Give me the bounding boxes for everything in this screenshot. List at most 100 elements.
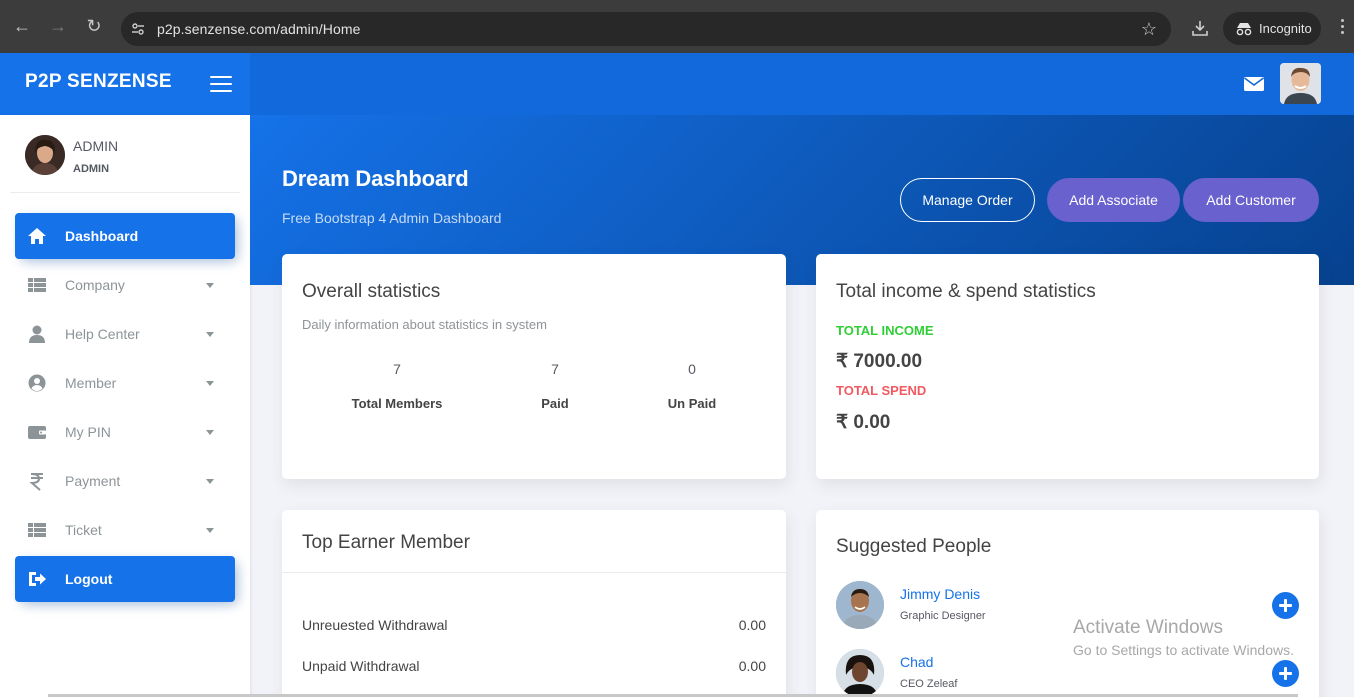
stat-label: Total Members bbox=[351, 396, 443, 411]
caret-down-icon bbox=[206, 430, 214, 435]
top-earner-card: Top Earner Member Unreuested Withdrawal … bbox=[282, 510, 786, 697]
divider bbox=[282, 572, 786, 573]
url-domain: p2p.senzense.com bbox=[157, 21, 277, 37]
list-item: Unreuested Withdrawal 0.00 bbox=[302, 617, 766, 633]
sidebar: ADMIN ADMIN Dashboard Company Help Cente… bbox=[0, 115, 250, 697]
sign-out-icon bbox=[29, 572, 46, 586]
sidebar-item-label: Company bbox=[65, 277, 125, 293]
top-navbar bbox=[250, 53, 1354, 115]
incognito-label: Incognito bbox=[1259, 21, 1312, 36]
user-name: ADMIN bbox=[73, 138, 119, 154]
back-icon[interactable]: ← bbox=[13, 17, 31, 35]
user-role: ADMIN bbox=[73, 163, 110, 175]
address-bar[interactable]: p2p.senzense.com/admin/Home ☆ bbox=[121, 12, 1171, 46]
bookmark-star-icon[interactable]: ☆ bbox=[1141, 19, 1157, 40]
card-title: Total income & spend statistics bbox=[836, 281, 1096, 302]
avatar bbox=[25, 135, 65, 175]
withdrawal-value: 0.00 bbox=[738, 658, 766, 674]
sidebar-item-my-pin[interactable]: My PIN bbox=[15, 409, 235, 455]
sidebar-item-label: Help Center bbox=[65, 326, 140, 342]
suggested-people-card: Suggested People Jimmy Denis Graphic Des… bbox=[816, 510, 1319, 697]
stat-label: Paid bbox=[541, 396, 569, 411]
manage-order-button[interactable]: Manage Order bbox=[900, 178, 1035, 222]
stat-paid: 7 Paid bbox=[475, 361, 635, 411]
person-name[interactable]: Jimmy Denis bbox=[900, 586, 980, 602]
sidebar-user[interactable]: ADMIN ADMIN bbox=[25, 135, 240, 193]
watermark-title: Activate Windows bbox=[1073, 617, 1223, 638]
add-person-button[interactable] bbox=[1272, 660, 1299, 687]
caret-down-icon bbox=[206, 283, 214, 288]
sidebar-item-payment[interactable]: Payment bbox=[15, 458, 235, 504]
total-spend-value: ₹ 0.00 bbox=[836, 412, 891, 433]
incognito-badge[interactable]: Incognito bbox=[1223, 12, 1321, 45]
stat-value: 7 bbox=[393, 361, 401, 377]
divider bbox=[10, 192, 240, 193]
envelope-icon[interactable] bbox=[1244, 77, 1264, 91]
avatar bbox=[836, 581, 884, 629]
hamburger-menu-icon[interactable] bbox=[210, 76, 232, 94]
sidebar-item-ticket[interactable]: Ticket bbox=[15, 507, 235, 553]
card-title: Top Earner Member bbox=[302, 532, 470, 553]
browser-toolbar: ← → ↻ p2p.senzense.com/admin/Home ☆ Inco… bbox=[0, 0, 1354, 53]
brand-logo[interactable]: P2P SENZENSE bbox=[25, 71, 172, 93]
table-icon bbox=[28, 278, 46, 292]
withdrawal-label: Unreuested Withdrawal bbox=[302, 617, 448, 633]
add-person-button[interactable] bbox=[1272, 592, 1299, 619]
site-info-icon[interactable] bbox=[131, 22, 145, 36]
url-text: p2p.senzense.com/admin/Home bbox=[157, 21, 360, 37]
list-item: Unpaid Withdrawal 0.00 bbox=[302, 658, 766, 674]
stat-label: Un Paid bbox=[667, 396, 717, 411]
rupee-icon bbox=[29, 473, 43, 491]
forward-icon[interactable]: → bbox=[49, 17, 67, 35]
sidebar-item-label: Logout bbox=[65, 571, 113, 587]
download-icon[interactable] bbox=[1191, 19, 1209, 37]
url-path: /admin/Home bbox=[276, 21, 361, 37]
person-name[interactable]: Chad bbox=[900, 654, 933, 670]
user-icon bbox=[29, 325, 45, 343]
sidebar-item-company[interactable]: Company bbox=[15, 262, 235, 308]
sidebar-item-dashboard[interactable]: Dashboard bbox=[15, 213, 235, 259]
caret-down-icon bbox=[206, 479, 214, 484]
caret-down-icon bbox=[206, 381, 214, 386]
income-spend-card: Total income & spend statistics TOTAL IN… bbox=[816, 254, 1319, 479]
overall-statistics-card: Overall statistics Daily information abo… bbox=[282, 254, 786, 479]
add-customer-button[interactable]: Add Customer bbox=[1183, 178, 1319, 222]
total-spend-label: TOTAL SPEND bbox=[836, 383, 927, 398]
stat-value: 7 bbox=[551, 361, 559, 377]
person-role: Graphic Designer bbox=[900, 610, 986, 622]
add-associate-button[interactable]: Add Associate bbox=[1047, 178, 1180, 222]
sidebar-item-label: Ticket bbox=[65, 522, 102, 538]
total-income-label: TOTAL INCOME bbox=[836, 323, 934, 338]
stat-value: 0 bbox=[688, 361, 696, 377]
avatar bbox=[836, 649, 884, 697]
card-category: Daily information about statistics in sy… bbox=[302, 317, 547, 332]
sidebar-item-label: Dashboard bbox=[65, 228, 139, 244]
sidebar-item-label: Member bbox=[65, 375, 117, 391]
user-circle-icon bbox=[28, 374, 46, 392]
watermark-subtitle: Go to Settings to activate Windows. bbox=[1073, 642, 1294, 658]
reload-icon[interactable]: ↻ bbox=[85, 17, 103, 35]
incognito-icon bbox=[1236, 23, 1252, 36]
windows-activation-watermark: Activate Windows Go to Settings to activ… bbox=[1073, 617, 1294, 658]
card-title: Suggested People bbox=[836, 536, 992, 557]
browser-menu-icon[interactable] bbox=[1341, 19, 1345, 37]
page-subtitle: Free Bootstrap 4 Admin Dashboard bbox=[282, 210, 502, 226]
withdrawal-label: Unpaid Withdrawal bbox=[302, 658, 420, 674]
table-icon bbox=[28, 523, 46, 537]
sidebar-item-label: My PIN bbox=[65, 424, 111, 440]
stat-unpaid: 0 Un Paid bbox=[612, 361, 772, 411]
wallet-icon bbox=[28, 426, 46, 439]
card-title: Overall statistics bbox=[302, 281, 441, 302]
caret-down-icon bbox=[206, 332, 214, 337]
sidebar-item-label: Payment bbox=[65, 473, 121, 489]
person-role: CEO Zeleaf bbox=[900, 678, 958, 690]
withdrawal-value: 0.00 bbox=[738, 617, 766, 633]
sidebar-item-logout[interactable]: Logout bbox=[15, 556, 235, 602]
home-icon bbox=[28, 228, 46, 244]
stat-total-members: 7 Total Members bbox=[317, 361, 477, 411]
sidebar-item-member[interactable]: Member bbox=[15, 360, 235, 406]
sidebar-item-help-center[interactable]: Help Center bbox=[15, 311, 235, 357]
page-title: Dream Dashboard bbox=[282, 166, 469, 191]
avatar[interactable] bbox=[1280, 63, 1321, 104]
total-income-value: ₹ 7000.00 bbox=[836, 351, 923, 372]
